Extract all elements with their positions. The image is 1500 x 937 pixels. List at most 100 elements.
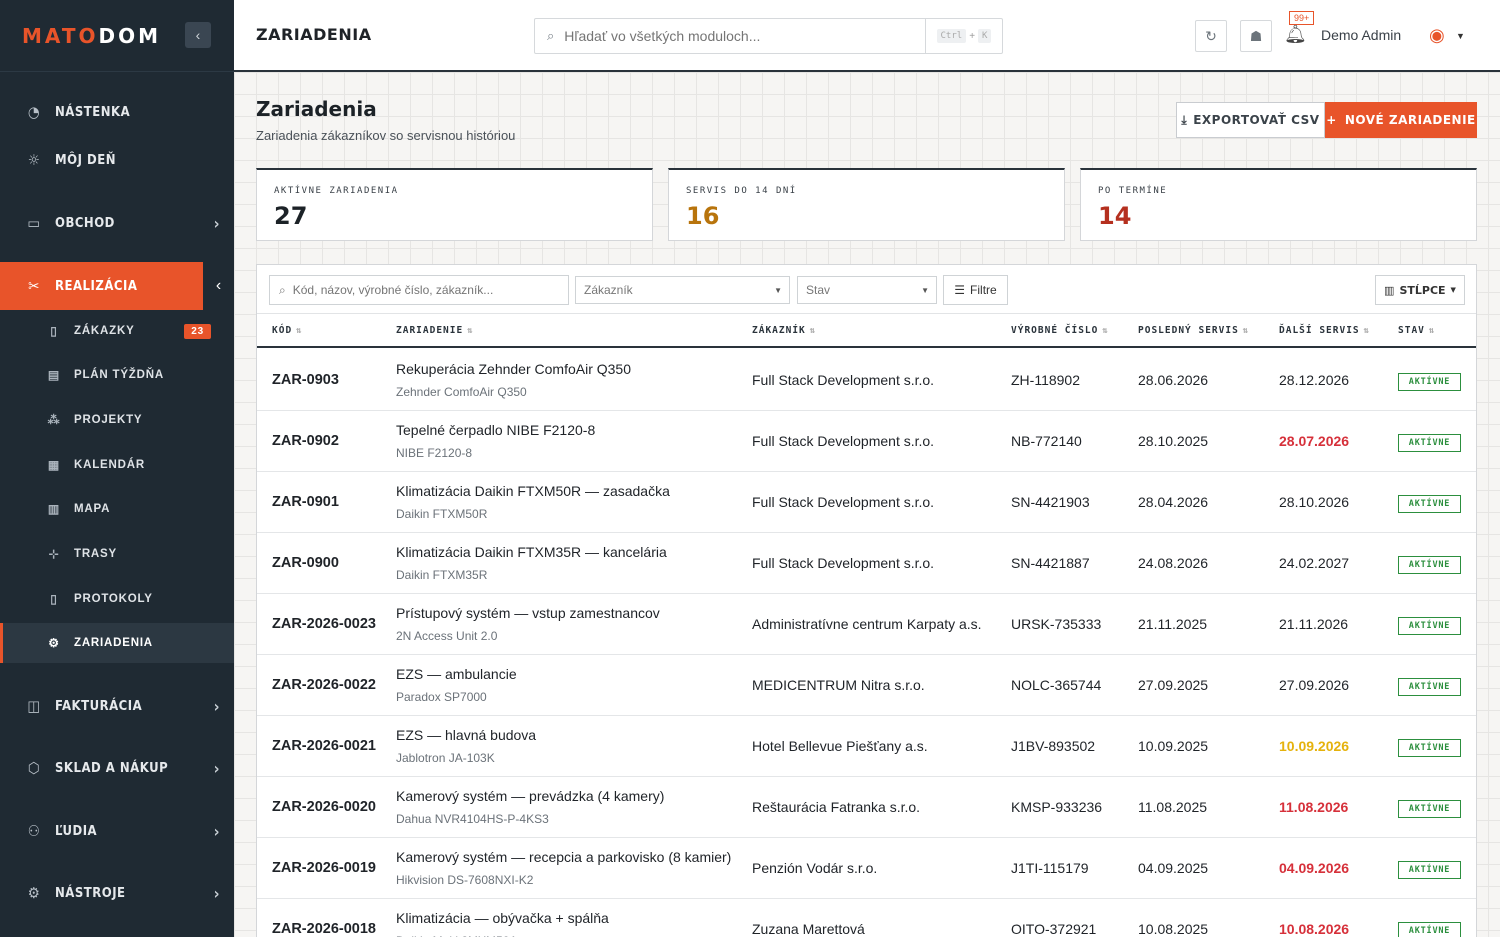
refresh-button[interactable]: ↻ bbox=[1195, 20, 1227, 52]
table-search[interactable]: ⌕ bbox=[269, 275, 569, 305]
sidebar-subitem-zariadenia[interactable]: ⚙ ZARIADENIA bbox=[0, 623, 234, 663]
device-name[interactable]: Tepelné čerpadlo NIBE F2120-8 bbox=[396, 422, 595, 438]
briefcase-icon: ▭ bbox=[27, 214, 41, 232]
user-name[interactable]: Demo Admin bbox=[1321, 27, 1401, 43]
debug-button[interactable]: ☗ bbox=[1240, 20, 1272, 52]
plus-icon: + bbox=[1326, 113, 1337, 127]
column-header-status[interactable]: STAV ⇅ bbox=[1398, 325, 1435, 336]
device-name[interactable]: Kamerový systém — recepcia a parkovisko … bbox=[396, 849, 731, 865]
new-device-button[interactable]: + NOVÉ ZARIADENIE bbox=[1325, 102, 1477, 138]
next-service-date: 24.02.2027 bbox=[1279, 555, 1350, 571]
sidebar-subitem-kalendar[interactable]: ▦ KALENDÁR bbox=[0, 445, 234, 485]
device-code[interactable]: ZAR-2026-0020 bbox=[272, 799, 376, 815]
device-code[interactable]: ZAR-0900 bbox=[272, 555, 339, 571]
device-name[interactable]: Kamerový systém — prevádzka (4 kamery) bbox=[396, 788, 664, 804]
columns-button[interactable]: ▥ STĹPCE ▼ bbox=[1375, 275, 1465, 305]
search-icon: ⌕ bbox=[279, 282, 286, 297]
column-header-customer[interactable]: ZÁKAZNÍK ⇅ bbox=[752, 325, 816, 336]
sidebar-item-obchod[interactable]: ▭ OBCHOD › bbox=[0, 203, 234, 243]
sidebar-item-fakturacia[interactable]: ◫ FAKTURÁCIA › bbox=[0, 686, 234, 726]
sidebar-item-realizacia[interactable]: ✂ REALIZÁCIA bbox=[0, 262, 234, 310]
column-header-last-service[interactable]: POSLEDNÝ SERVIS ⇅ bbox=[1138, 325, 1249, 336]
table-row[interactable]: ZAR-0900 Klimatizácia Daikin FTXM35R — ka… bbox=[257, 533, 1476, 594]
device-code[interactable]: ZAR-0901 bbox=[272, 494, 339, 510]
customer-select[interactable]: Zákazník ▼ bbox=[575, 276, 790, 304]
device-code[interactable]: ZAR-0903 bbox=[272, 372, 339, 388]
sidebar-subitem-label: MAPA bbox=[74, 503, 111, 515]
filters-button[interactable]: ☰ Filtre bbox=[943, 275, 1008, 305]
sidebar-collapse-button[interactable]: ‹ bbox=[185, 22, 211, 48]
table-row[interactable]: ZAR-2026-0023 Prístupový systém — vstup z… bbox=[257, 594, 1476, 655]
device-name[interactable]: Klimatizácia Daikin FTXM35R — kancelária bbox=[396, 544, 667, 560]
sidebar-item-moj-den[interactable]: ☼ MÔJ DEŇ bbox=[0, 140, 234, 180]
bell-icon[interactable]: 🔔︎ bbox=[1284, 24, 1307, 45]
column-header-serial[interactable]: VÝROBNÉ ČÍSLO ⇅ bbox=[1011, 325, 1109, 336]
sidebar-item-nastroje[interactable]: ⚙ NÁSTROJE › bbox=[0, 873, 234, 913]
column-header-code[interactable]: KÓD ⇅ bbox=[272, 325, 303, 336]
device-code[interactable]: ZAR-2026-0019 bbox=[272, 860, 376, 876]
table-row[interactable]: ZAR-2026-0019 Kamerový systém — recepcia … bbox=[257, 838, 1476, 899]
device-code[interactable]: ZAR-2026-0023 bbox=[272, 616, 376, 632]
device-name[interactable]: EZS — hlavná budova bbox=[396, 727, 536, 743]
table-row[interactable]: ZAR-2026-0018 Klimatizácia — obývačka + s… bbox=[257, 899, 1476, 937]
column-header-next-service[interactable]: ĎALŠÍ SERVIS ⇅ bbox=[1279, 325, 1370, 336]
invoice-icon: ◫ bbox=[27, 697, 41, 715]
stat-value: 14 bbox=[1098, 202, 1132, 230]
device-name[interactable]: Klimatizácia Daikin FTXM50R — zasadačka bbox=[396, 483, 670, 499]
device-name[interactable]: Klimatizácia — obývačka + spálňa bbox=[396, 910, 609, 926]
device-model: Daikin FTXM35R bbox=[396, 568, 488, 582]
table-row[interactable]: ZAR-0902 Tepelné čerpadlo NIBE F2120-8 NIB… bbox=[257, 411, 1476, 472]
device-code[interactable]: ZAR-2026-0018 bbox=[272, 921, 376, 937]
status-badge: AKTÍVNE bbox=[1398, 861, 1461, 879]
status-select[interactable]: Stav ▼ bbox=[797, 276, 937, 304]
notification-badge: 99+ bbox=[1289, 11, 1315, 25]
customer-name: Hotel Bellevue Piešťany a.s. bbox=[752, 738, 928, 754]
sidebar-subitem-mapa[interactable]: ▥ MAPA bbox=[0, 489, 234, 529]
table-search-input[interactable] bbox=[292, 283, 553, 297]
global-search[interactable]: ⌕ Ctrl + K bbox=[534, 18, 1003, 54]
sidebar-subitem-projekty[interactable]: ⁂ PROJEKTY bbox=[0, 400, 234, 440]
sidebar-subitem-trasy[interactable]: ⊹ TRASY bbox=[0, 534, 234, 574]
refresh-icon: ↻ bbox=[1205, 27, 1217, 44]
export-csv-button[interactable]: ⤓ EXPORTOVAŤ CSV bbox=[1176, 102, 1325, 138]
table-row[interactable]: ZAR-2026-0020 Kamerový systém — prevádzka… bbox=[257, 777, 1476, 838]
table-row[interactable]: ZAR-0901 Klimatizácia Daikin FTXM50R — za… bbox=[257, 472, 1476, 533]
device-code[interactable]: ZAR-2026-0022 bbox=[272, 677, 376, 693]
table-row[interactable]: ZAR-0903 Rekuperácia Zehnder ComfoAir Q35… bbox=[257, 350, 1476, 411]
customer-name: Zuzana Marettová bbox=[752, 921, 865, 937]
device-model: NIBE F2120-8 bbox=[396, 446, 473, 460]
realizacia-collapse-toggle[interactable]: ‹ bbox=[200, 262, 234, 310]
global-search-input[interactable] bbox=[564, 28, 905, 44]
sidebar-item-ludia[interactable]: ⚇ ĽUDIA › bbox=[0, 811, 234, 851]
sidebar-item-label: NÁSTROJE bbox=[55, 885, 126, 901]
chevron-down-icon[interactable]: ▼ bbox=[1456, 31, 1465, 41]
device-model: Paradox SP7000 bbox=[396, 690, 487, 704]
sort-icon: ⇅ bbox=[1428, 326, 1436, 336]
sidebar-item-label: NÁSTENKA bbox=[55, 104, 131, 120]
customer-name: Full Stack Development s.r.o. bbox=[752, 433, 935, 449]
customer-select-placeholder: Zákazník bbox=[584, 283, 633, 297]
page-title: Zariadenia bbox=[256, 97, 377, 121]
device-code[interactable]: ZAR-2026-0021 bbox=[272, 738, 376, 754]
last-service-date: 28.10.2025 bbox=[1138, 433, 1209, 449]
table-row[interactable]: ZAR-2026-0022 EZS — ambulancie Paradox SP7… bbox=[257, 655, 1476, 716]
sidebar-item-sklad[interactable]: ⬡ SKLAD A NÁKUP › bbox=[0, 748, 234, 788]
serial-number: ZH-118902 bbox=[1011, 372, 1081, 388]
device-code[interactable]: ZAR-0902 bbox=[272, 433, 339, 449]
device-name[interactable]: Prístupový systém — vstup zamestnancov bbox=[396, 605, 660, 621]
column-header-device[interactable]: ZARIADENIE ⇅ bbox=[396, 325, 474, 336]
device-name[interactable]: Rekuperácia Zehnder ComfoAir Q350 bbox=[396, 361, 631, 377]
user-avatar-icon[interactable]: ◉ bbox=[1429, 25, 1445, 46]
customer-name: MEDICENTRUM Nitra s.r.o. bbox=[752, 677, 925, 693]
sun-icon: ☼ bbox=[27, 151, 41, 169]
sidebar-subitem-zakazky[interactable]: ▯ ZÁKAZKY 23 bbox=[0, 311, 234, 351]
sidebar-subitem-protokoly[interactable]: ▯ PROTOKOLY bbox=[0, 579, 234, 619]
cog-icon: ⚙ bbox=[27, 884, 41, 902]
sidebar-item-nastenka[interactable]: ◔ NÁSTENKA bbox=[0, 92, 234, 132]
header-title: ZARIADENIA bbox=[256, 25, 372, 44]
table-row[interactable]: ZAR-2026-0021 EZS — hlavná budova Jablotro… bbox=[257, 716, 1476, 777]
sidebar-subitem-plan-tyzdna[interactable]: ▤ PLÁN TÝŽDŇA bbox=[0, 355, 234, 395]
shortcut-hint: Ctrl + K bbox=[925, 19, 1002, 53]
device-name[interactable]: EZS — ambulancie bbox=[396, 666, 517, 682]
device-model: 2N Access Unit 2.0 bbox=[396, 629, 498, 643]
